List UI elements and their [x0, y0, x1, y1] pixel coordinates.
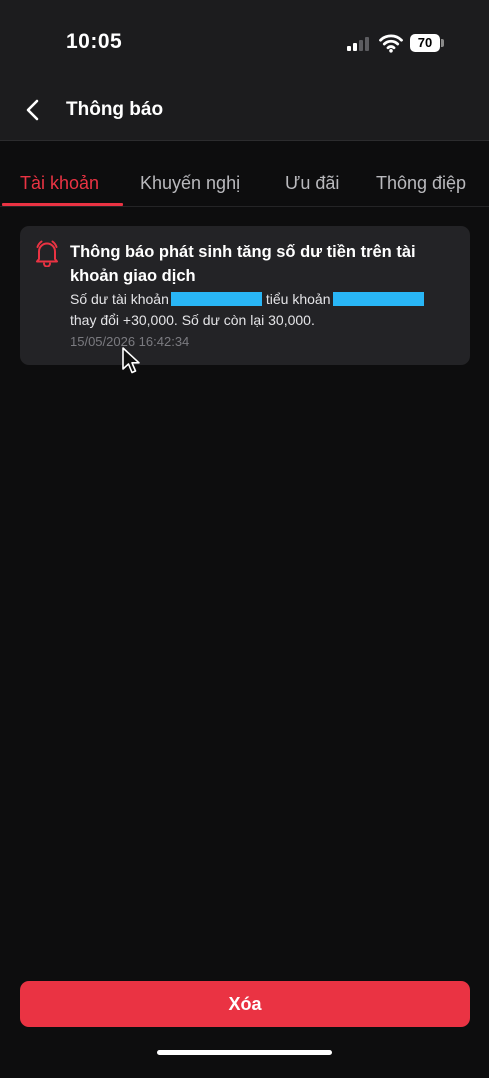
tab-uu-dai[interactable]: Ưu đãi — [285, 173, 339, 194]
notification-body-account-label: Số dư tài khoản — [70, 291, 169, 307]
notification-card[interactable]: Thông báo phát sinh tăng số dư tiền trên… — [20, 226, 470, 365]
battery-tip — [441, 39, 444, 47]
home-indicator[interactable] — [157, 1050, 332, 1055]
battery-icon: 70 — [410, 34, 440, 52]
tab-bar: Tài khoản Khuyến nghị Ưu đãi Thông điệp — [0, 141, 489, 209]
status-time: 10:05 — [66, 30, 123, 53]
delete-button[interactable]: Xóa — [20, 981, 470, 1027]
tab-tai-khoan[interactable]: Tài khoản — [20, 173, 99, 194]
notification-title: Thông báo phát sinh tăng số dư tiền trên… — [70, 243, 416, 285]
signal-icon — [347, 35, 373, 51]
notification-body: Số dư tài khoản tiểu khoản thay đổi +30,0… — [70, 289, 455, 331]
page-title: Thông báo — [66, 99, 164, 120]
top-bar: 10:05 70 Thông báo — [0, 0, 489, 140]
tab-thong-diep[interactable]: Thông điệp — [376, 173, 466, 194]
notification-timestamp: 15/05/2026 16:42:34 — [70, 334, 190, 349]
tabs-divider — [0, 206, 489, 207]
notifications-screen: 10:05 70 Thông báo Tài khoản Khuyến nghị… — [0, 0, 489, 1078]
notification-body-amount: thay đổi +30,000. Số dư còn lại 30,000. — [70, 312, 315, 328]
tab-khuyen-nghi[interactable]: Khuyến nghị — [140, 173, 240, 194]
redacted-account-number — [170, 292, 262, 306]
bell-icon — [36, 240, 58, 267]
redacted-subaccount-number — [332, 292, 424, 306]
chevron-left-icon[interactable] — [22, 98, 44, 122]
wifi-icon — [379, 34, 403, 53]
notification-body-subaccount-label: tiểu khoản — [265, 291, 331, 307]
